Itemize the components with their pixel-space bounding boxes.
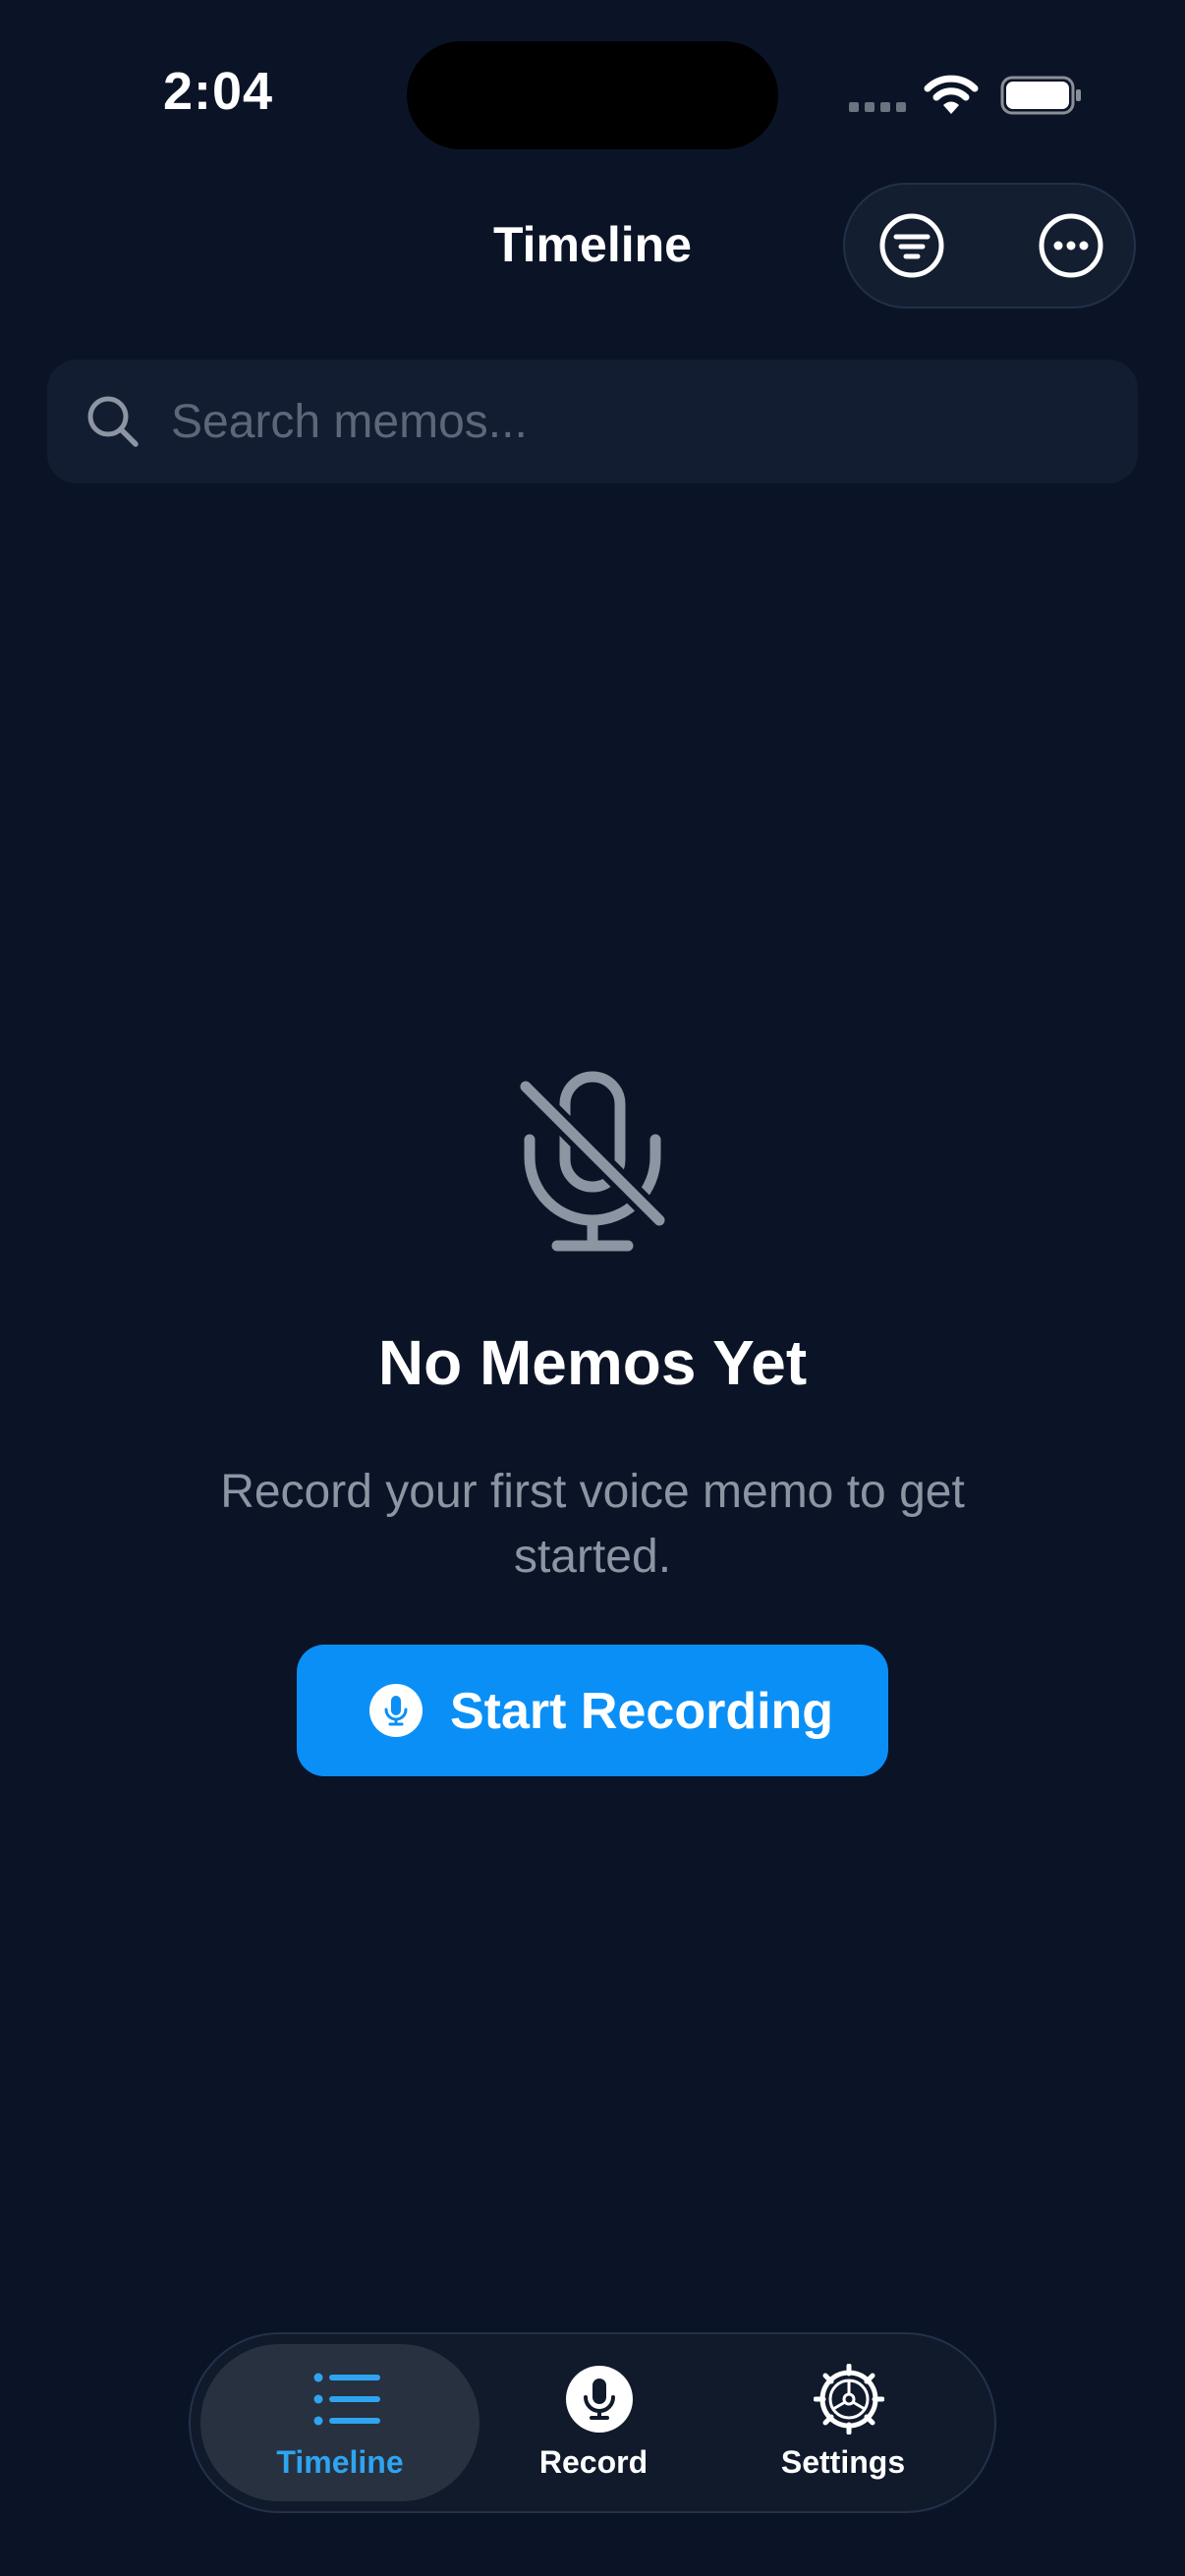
gear-icon <box>814 2364 884 2435</box>
list-icon <box>313 2373 380 2426</box>
start-recording-button[interactable]: Start Recording <box>297 1645 888 1776</box>
tab-settings[interactable]: Settings <box>704 2344 983 2501</box>
mic-circle-icon <box>566 2366 633 2433</box>
ellipsis-icon[interactable] <box>1032 206 1110 285</box>
search-bar <box>47 360 1138 483</box>
tab-bar: Timeline Record Settings <box>189 2332 996 2513</box>
wifi-icon <box>924 75 979 114</box>
mic-circle-icon <box>369 1684 423 1737</box>
empty-state-title: No Memos Yet <box>377 1327 808 1398</box>
timeline-screen: 2:04 Timeline Search memos... No Memos Y… <box>0 0 1185 2576</box>
tab-record-label: Record <box>538 2444 649 2480</box>
mic-slash-icon <box>514 1071 671 1252</box>
header-actions <box>843 183 1136 308</box>
status-time: 2:04 <box>163 62 274 121</box>
search-input[interactable] <box>171 381 1095 462</box>
empty-state-subtitle: Record your first voice memo to get star… <box>220 1466 965 1583</box>
cellular-signal-icon <box>849 102 906 112</box>
tab-settings-label: Settings <box>780 2444 906 2480</box>
search-icon <box>87 396 139 447</box>
filter-icon[interactable] <box>873 206 951 285</box>
tab-timeline[interactable]: Timeline <box>200 2344 480 2501</box>
start-recording-label: Start Recording <box>450 1683 834 1740</box>
tab-timeline-label: Timeline <box>276 2444 404 2480</box>
battery-icon <box>1000 76 1081 115</box>
tab-record[interactable]: Record <box>454 2344 733 2501</box>
dynamic-island <box>407 41 778 149</box>
